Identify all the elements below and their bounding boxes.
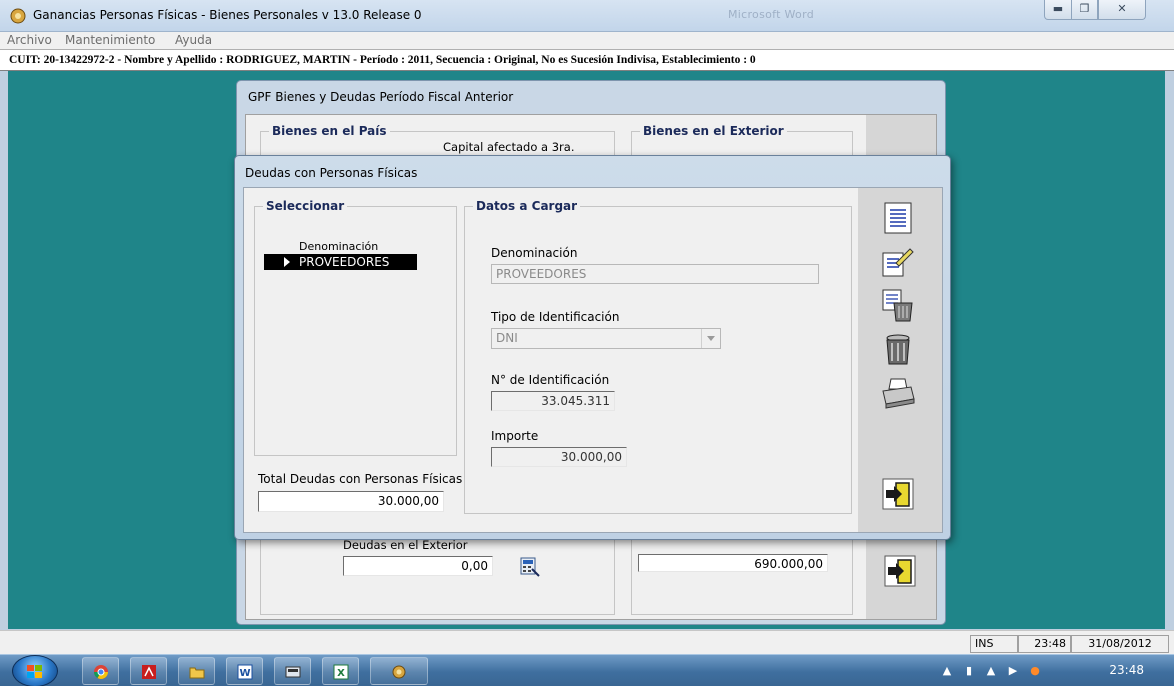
group-deudas-exterior-right: 690.000,00 bbox=[631, 535, 853, 615]
group-seleccionar-legend: Seleccionar bbox=[263, 199, 348, 213]
tipo-identificacion-select[interactable]: DNI bbox=[491, 328, 721, 349]
tipo-identificacion-value: DNI bbox=[496, 331, 518, 345]
taskbar-afip[interactable] bbox=[274, 657, 311, 685]
taxpayer-info-bar: CUIT: 20-13422972-2 - Nombre y Apellido … bbox=[0, 49, 1174, 71]
status-ins: INS bbox=[970, 635, 1018, 653]
capital-afectado-label: Capital afectado a 3ra. bbox=[443, 140, 575, 154]
start-button[interactable] bbox=[12, 655, 58, 686]
windows-logo-icon bbox=[27, 665, 42, 678]
taskbar-word[interactable]: W bbox=[226, 657, 263, 685]
trash-icon[interactable] bbox=[880, 331, 916, 367]
taskbar-explorer[interactable] bbox=[178, 657, 215, 685]
tray-expand-icon[interactable]: ▲ bbox=[940, 664, 954, 678]
dialog-title: Deudas con Personas Físicas bbox=[245, 166, 418, 180]
bienes-deudas-window-title: GPF Bienes y Deudas Período Fiscal Anter… bbox=[248, 90, 514, 104]
tipo-identificacion-label: Tipo de Identificación bbox=[491, 310, 620, 324]
svg-text:X: X bbox=[337, 668, 345, 679]
status-time: 23:48 bbox=[1018, 635, 1071, 653]
svg-text:W: W bbox=[239, 668, 250, 679]
grid-row-label: PROVEEDORES bbox=[299, 255, 390, 269]
menu-mantenimiento[interactable]: Mantenimiento bbox=[65, 33, 155, 47]
calculator-icon[interactable] bbox=[519, 556, 541, 578]
window-title-bar: Ganancias Personas Físicas - Bienes Pers… bbox=[0, 0, 1174, 32]
system-tray: ▲ ▮ ▲ ▶ ● 23:48 bbox=[930, 655, 1174, 686]
delete-record-icon[interactable] bbox=[880, 287, 916, 323]
folder-icon bbox=[189, 667, 205, 679]
taskbar-ganancias-app[interactable] bbox=[370, 657, 428, 685]
status-bar: INS 23:48 31/08/2012 bbox=[0, 630, 1174, 654]
excel-icon: X bbox=[333, 664, 349, 680]
group-datos-cargar: Datos a Cargar Denominación PROVEEDORES … bbox=[464, 199, 852, 514]
denominacion-label: Denominación bbox=[491, 246, 578, 260]
ganancias-app-icon bbox=[392, 665, 406, 679]
word-icon: W bbox=[237, 664, 253, 680]
network-icon[interactable]: ▲ bbox=[984, 664, 998, 678]
edit-record-icon[interactable] bbox=[880, 243, 916, 279]
taskbar-excel[interactable]: X bbox=[322, 657, 359, 685]
taskbar-clock[interactable]: 23:48 bbox=[1109, 663, 1144, 677]
volume-icon[interactable]: ▶ bbox=[1006, 664, 1020, 678]
printer-icon[interactable] bbox=[880, 375, 916, 411]
taskbar-acrobat[interactable] bbox=[130, 657, 167, 685]
new-document-icon[interactable] bbox=[880, 200, 916, 236]
deudas-exterior-field[interactable]: 0,00 bbox=[343, 556, 493, 576]
avast-icon[interactable]: ● bbox=[1028, 664, 1042, 678]
deudas-exterior-label: Deudas en el Exterior bbox=[343, 538, 468, 552]
grid-header: Denominación bbox=[264, 240, 417, 253]
dialog-toolbar-panel bbox=[858, 188, 942, 532]
deudas-personas-fisicas-dialog: Deudas con Personas Físicas Seleccionar … bbox=[234, 155, 951, 540]
minimize-button[interactable]: ▬ bbox=[1044, 0, 1072, 20]
status-date: 31/08/2012 bbox=[1071, 635, 1169, 653]
background-app-title: Microsoft Word bbox=[690, 8, 814, 21]
exit-door-icon[interactable] bbox=[882, 553, 918, 589]
app-icon bbox=[10, 8, 26, 24]
right-total-field[interactable]: 690.000,00 bbox=[638, 554, 828, 572]
menu-bar: Archivo Mantenimiento Ayuda bbox=[0, 32, 1174, 49]
numero-identificacion-field[interactable]: 33.045.311 bbox=[491, 391, 615, 411]
close-button[interactable]: ✕ bbox=[1098, 0, 1146, 20]
window-title: Ganancias Personas Físicas - Bienes Pers… bbox=[33, 8, 422, 22]
chrome-icon bbox=[94, 665, 108, 679]
dialog-client: Seleccionar Denominación PROVEEDORES Tot… bbox=[243, 187, 943, 533]
group-datos-cargar-legend: Datos a Cargar bbox=[473, 199, 581, 213]
menu-archivo[interactable]: Archivo bbox=[7, 33, 52, 47]
afip-icon bbox=[285, 666, 301, 678]
windows-taskbar: W X ▲ ▮ ▲ ▶ ● 23:48 bbox=[0, 654, 1174, 686]
maximize-button[interactable]: ❐ bbox=[1071, 0, 1098, 20]
grid-row-proveedores[interactable]: PROVEEDORES bbox=[264, 254, 417, 270]
total-deudas-field[interactable]: 30.000,00 bbox=[258, 491, 444, 512]
group-bienes-pais-legend: Bienes en el País bbox=[269, 124, 390, 138]
chevron-down-icon[interactable] bbox=[701, 329, 720, 348]
group-deudas-exterior: Deudas en el Exterior 0,00 bbox=[260, 535, 615, 615]
importe-field[interactable]: 30.000,00 bbox=[491, 447, 627, 467]
taxpayer-info: CUIT: 20-13422972-2 - Nombre y Apellido … bbox=[9, 54, 756, 66]
group-bienes-exterior-legend: Bienes en el Exterior bbox=[640, 124, 787, 138]
group-seleccionar: Seleccionar Denominación PROVEEDORES bbox=[254, 199, 457, 456]
denominacion-input[interactable]: PROVEEDORES bbox=[491, 264, 819, 284]
exit-door-icon[interactable] bbox=[880, 476, 916, 512]
grid-header-denominacion: Denominación bbox=[299, 240, 379, 253]
importe-label: Importe bbox=[491, 429, 539, 443]
tray-device-icon[interactable]: ▮ bbox=[962, 664, 976, 678]
numero-identificacion-label: N° de Identificación bbox=[491, 373, 610, 387]
menu-ayuda[interactable]: Ayuda bbox=[175, 33, 212, 47]
taskbar-chrome[interactable] bbox=[82, 657, 119, 685]
total-deudas-label: Total Deudas con Personas Físicas bbox=[258, 472, 463, 486]
acrobat-icon bbox=[142, 665, 156, 679]
row-selected-indicator-icon bbox=[284, 257, 290, 267]
